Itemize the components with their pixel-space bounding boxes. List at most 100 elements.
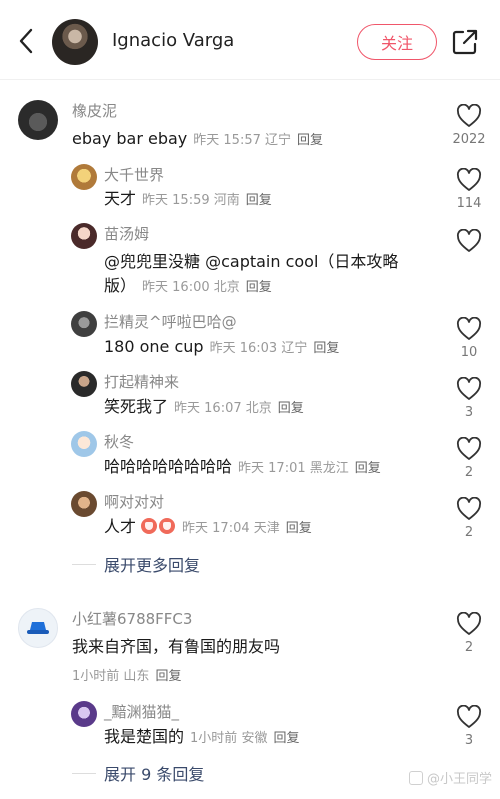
heart-icon — [457, 104, 481, 127]
reply-time: 昨天 15:59 — [142, 193, 210, 208]
reply-meta: 1小时前 安徽 回复 — [190, 731, 299, 746]
like-button[interactable]: 2 — [451, 497, 487, 540]
reply-text[interactable]: 笑死我了 昨天 16:07 北京 回复 — [104, 395, 304, 421]
reply-button[interactable]: 回复 — [273, 731, 299, 746]
avatar[interactable] — [18, 100, 58, 140]
like-count: 2 — [464, 640, 474, 655]
chevron-left-icon — [19, 28, 33, 54]
expand-replies-label: 展开 9 条回复 — [104, 765, 205, 784]
author-name[interactable]: Ignacio Varga — [112, 30, 234, 51]
reply-location: 河南 — [213, 193, 240, 208]
reply-text[interactable]: 天才 昨天 15:59 河南 回复 — [104, 187, 272, 213]
reply-content: 哈哈哈哈哈哈哈哈 — [104, 457, 233, 476]
reply-username[interactable]: 啊对对对 — [104, 491, 164, 512]
reply-meta: 昨天 15:59 河南 回复 — [142, 193, 272, 208]
reply-username[interactable]: _黯渊猫猫_ — [104, 701, 179, 722]
like-button[interactable]: 3 — [451, 377, 487, 420]
reply-location: 北京 — [245, 401, 272, 416]
reply-username[interactable]: 打起精神来 — [104, 371, 179, 392]
like-button[interactable]: 2022 — [451, 104, 487, 147]
watermark-text: @小王同学 — [426, 772, 492, 787]
reply-content: 我是楚国的 — [104, 727, 185, 746]
avatar[interactable] — [71, 223, 97, 249]
reply-content-line2: 版） — [104, 276, 137, 295]
avatar[interactable] — [71, 371, 97, 397]
avatar[interactable] — [71, 491, 97, 517]
share-button[interactable] — [450, 27, 480, 57]
heart-icon — [457, 437, 481, 460]
avatar[interactable] — [71, 431, 97, 457]
reply-content: 180 one cup — [104, 337, 204, 356]
expand-replies-label: 展开更多回复 — [104, 556, 201, 575]
reply-content: 笑死我了 — [104, 397, 169, 416]
avatar[interactable] — [71, 311, 97, 337]
share-icon — [452, 29, 478, 55]
reply-meta: 昨天 16:03 辽宁 回复 — [210, 341, 340, 356]
like-button[interactable]: 3 — [451, 705, 487, 748]
reply-username[interactable]: 苗汤姆 — [104, 223, 149, 244]
expand-replies-button[interactable]: 展开更多回复 — [72, 552, 200, 576]
reply-button[interactable]: 回复 — [246, 193, 272, 208]
like-button[interactable]: 10 — [451, 317, 487, 360]
heart-icon — [457, 612, 481, 635]
clap-emoji — [140, 517, 176, 536]
reply-text[interactable]: 人才 昨天 17:04 天津 回复 — [104, 515, 312, 541]
reply-meta: 昨天 17:01 黑龙江 回复 — [238, 461, 381, 476]
reply-button[interactable]: 回复 — [355, 461, 381, 476]
reply-time: 昨天 16:07 — [174, 401, 242, 416]
like-button[interactable]: 2 — [451, 437, 487, 480]
heart-icon — [457, 705, 481, 728]
comment-meta: 1小时前 山东 回复 — [66, 665, 181, 684]
comment-location: 辽宁 — [265, 133, 292, 148]
reply-button[interactable]: 回复 — [246, 280, 272, 295]
expand-replies-button[interactable]: 展开 9 条回复 — [72, 761, 204, 785]
avatar[interactable] — [18, 608, 58, 648]
like-button[interactable]: 2 — [451, 612, 487, 655]
watermark: @小王同学 — [408, 768, 492, 787]
comment-text[interactable]: ebay bar ebay 昨天 15:57 辽宁 回复 — [72, 127, 323, 153]
reply-button[interactable]: 回复 — [297, 133, 323, 148]
reply-text[interactable]: 哈哈哈哈哈哈哈哈 昨天 17:01 黑龙江 回复 — [104, 455, 381, 481]
comment-username[interactable]: 小红薯6788FFC3 — [72, 608, 192, 629]
author-avatar[interactable] — [52, 19, 98, 65]
like-count: 3 — [464, 405, 474, 420]
reply-content-line1: @兜兜里没糖 @captain cool（日本攻略 — [104, 252, 399, 271]
reply-time: 昨天 17:01 — [238, 461, 306, 476]
reply-username[interactable]: 拦精灵^呼啦巴哈@ — [104, 311, 237, 332]
like-count: 2022 — [452, 132, 486, 147]
comment-content: ebay bar ebay — [72, 129, 188, 148]
reply-button[interactable]: 回复 — [278, 401, 304, 416]
comment-time: 昨天 15:57 — [193, 133, 261, 148]
reply-text[interactable]: @兜兜里没糖 @captain cool（日本攻略 版） 昨天 16:00 北京回… — [104, 250, 439, 300]
reply-location: 安徽 — [241, 731, 268, 746]
reply-location: 北京 — [213, 280, 240, 295]
divider-line — [72, 563, 96, 565]
divider-line — [72, 772, 96, 774]
like-count: 2 — [464, 525, 474, 540]
reply-button[interactable]: 回复 — [155, 669, 181, 684]
heart-icon — [457, 229, 481, 252]
like-button[interactable]: 114 — [451, 168, 487, 211]
comment-username[interactable]: 橡皮泥 — [72, 100, 117, 121]
reply-button[interactable]: 回复 — [286, 521, 312, 536]
reply-text[interactable]: 180 one cup 昨天 16:03 辽宁 回复 — [104, 335, 339, 361]
reply-text[interactable]: 我是楚国的 1小时前 安徽 回复 — [104, 725, 299, 751]
reply-content: 人才 — [104, 517, 137, 536]
reply-meta: 昨天 17:04 天津 回复 — [182, 521, 312, 536]
avatar[interactable] — [71, 164, 97, 190]
avatar[interactable] — [71, 701, 97, 727]
comment-text[interactable]: 我来自齐国，有鲁国的朋友吗 — [72, 635, 280, 659]
reply-content: 天才 — [104, 189, 137, 208]
reply-username[interactable]: 大千世界 — [104, 164, 164, 185]
reply-username[interactable]: 秋冬 — [104, 431, 134, 452]
reply-location: 辽宁 — [281, 341, 308, 356]
reply-time: 1小时前 — [190, 731, 238, 746]
heart-icon — [457, 168, 481, 191]
like-count: 2 — [464, 465, 474, 480]
follow-button[interactable]: 关注 — [357, 24, 437, 60]
reply-button[interactable]: 回复 — [313, 341, 339, 356]
like-button[interactable] — [451, 229, 487, 253]
back-button[interactable] — [12, 24, 40, 58]
watermark-logo-icon — [408, 770, 423, 785]
reply-time: 昨天 17:04 — [182, 521, 250, 536]
